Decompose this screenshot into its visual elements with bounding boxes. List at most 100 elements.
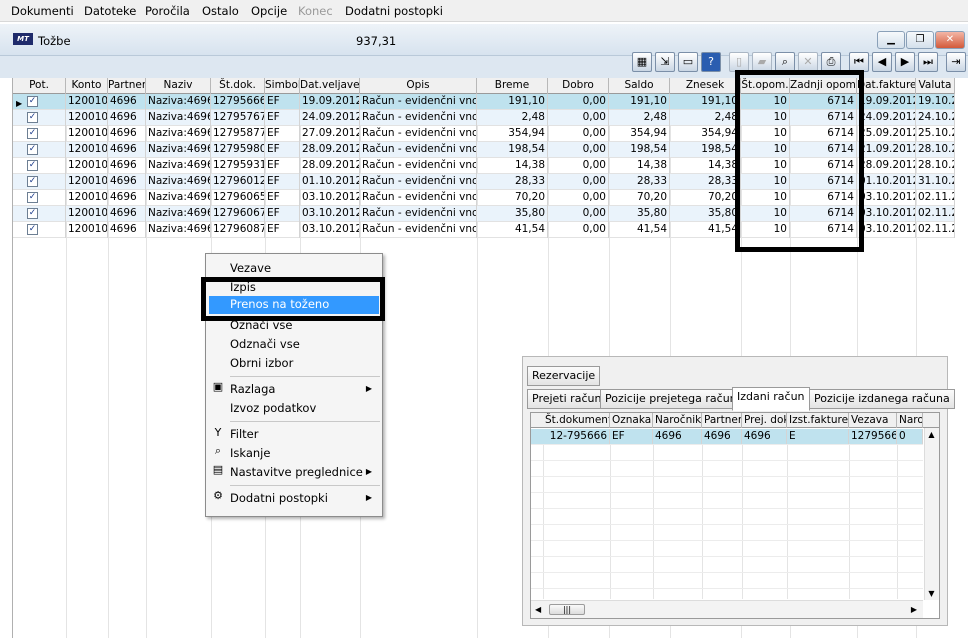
vertical-scrollbar[interactable]: ▲ ▼ bbox=[924, 428, 939, 600]
cell-konto: 120010 bbox=[66, 174, 108, 190]
row-checkbox[interactable]: ✓ bbox=[27, 224, 38, 235]
cell-pot[interactable]: ✓ bbox=[13, 142, 66, 158]
menu-item-obrni-izbor[interactable]: Obrni izbor bbox=[230, 356, 293, 370]
col-header-naziv[interactable]: Naziv bbox=[146, 78, 211, 94]
row-checkbox[interactable]: ✓ bbox=[27, 128, 38, 139]
row-checkbox[interactable]: ✓ bbox=[27, 176, 38, 187]
detail-col-header-naro[interactable]: Naro bbox=[897, 413, 923, 428]
help-button[interactable]: ? bbox=[701, 52, 721, 72]
exit-button[interactable]: ⇥ bbox=[946, 52, 966, 72]
cell-dat-veljave: 03.10.2012 bbox=[300, 222, 360, 238]
new-doc-button[interactable]: ▯ bbox=[729, 52, 749, 72]
menu-item-filter[interactable]: Filter bbox=[230, 427, 258, 441]
scroll-left-icon[interactable]: ◀ bbox=[535, 605, 541, 614]
open-folder-button[interactable]: ▰ bbox=[752, 52, 772, 72]
detail-col-header-vezava[interactable]: Vezava bbox=[849, 413, 897, 428]
menu-datoteke[interactable]: Datoteke bbox=[84, 4, 136, 18]
cell-pot[interactable]: ✓ bbox=[13, 174, 66, 190]
row-checkbox[interactable]: ✓ bbox=[27, 208, 38, 219]
last-record-button[interactable]: ⏭ bbox=[918, 52, 938, 72]
cell-pot[interactable]: ✓ bbox=[13, 222, 66, 238]
find-button[interactable]: ⌕ bbox=[775, 52, 795, 72]
cell-valuta: 28.10.2012 bbox=[916, 158, 955, 174]
prev-record-button[interactable]: ◀ bbox=[872, 52, 892, 72]
next-record-button[interactable]: ▶ bbox=[895, 52, 915, 72]
col-header-znesek[interactable]: Znesek bbox=[670, 78, 741, 94]
col-header-breme[interactable]: Breme bbox=[477, 78, 548, 94]
monitor-button[interactable]: ▭ bbox=[678, 52, 698, 72]
menu-item-vezave[interactable]: Vezave bbox=[230, 261, 271, 275]
col-header-valuta[interactable]: Valuta bbox=[916, 78, 955, 94]
menu-item-dodatni-postopki[interactable]: Dodatni postopki bbox=[230, 491, 328, 505]
detail-col-header-narocnik[interactable]: Naročnik bbox=[653, 413, 702, 428]
menu-ostalo[interactable]: Ostalo bbox=[202, 4, 239, 18]
cell-pot[interactable]: ✓ bbox=[13, 126, 66, 142]
cell-pot[interactable]: ✓ bbox=[13, 206, 66, 222]
menu-item-nastavitve-preglednice[interactable]: Nastavitve preglednice bbox=[230, 465, 363, 479]
horizontal-scrollbar[interactable]: ◀ ||| ▶ bbox=[531, 600, 923, 618]
menu-dokumenti[interactable]: Dokumenti bbox=[11, 4, 74, 18]
scroll-up-icon[interactable]: ▲ bbox=[925, 430, 938, 439]
cell-pot[interactable]: ✓ bbox=[13, 110, 66, 126]
menu-opcije[interactable]: Opcije bbox=[251, 4, 287, 18]
detail-grid[interactable]: Št.dokumentaOznakaNaročnikPartnerPrej. d… bbox=[530, 412, 940, 619]
delete-button[interactable]: ✕ bbox=[798, 52, 818, 72]
restore-button[interactable]: ❐ bbox=[906, 31, 934, 49]
print-button[interactable]: ⎙ bbox=[821, 52, 841, 72]
cell-pot[interactable]: ✓ bbox=[13, 190, 66, 206]
tab-pozicije-prejetega-racuna[interactable]: Pozicije prejetega računa bbox=[600, 389, 749, 409]
detail-col-header-oznaka[interactable]: Oznaka bbox=[610, 413, 653, 428]
col-header-dat-veljave[interactable]: Dat.veljave bbox=[300, 78, 360, 94]
minimize-button[interactable]: ▁ bbox=[877, 31, 905, 49]
detail-grid-row[interactable]: 12-795666EF469646964696E127956660 bbox=[531, 429, 923, 444]
export-button[interactable]: ⇲ bbox=[655, 52, 675, 72]
menu-item-odznaci-vse[interactable]: Odznači vse bbox=[230, 337, 300, 351]
col-header-konto[interactable]: Konto bbox=[66, 78, 108, 94]
scroll-thumb[interactable]: ||| bbox=[549, 604, 585, 615]
menu-item-iskanje[interactable]: Iskanje bbox=[230, 446, 270, 460]
cell-st-dok: 12795931 bbox=[211, 158, 265, 174]
scroll-down-icon[interactable]: ▼ bbox=[925, 589, 938, 598]
detail-col-header-prej-dok[interactable]: Prej. dok. bbox=[742, 413, 787, 428]
menu-item-izvoz-podatkov[interactable]: Izvoz podatkov bbox=[230, 401, 316, 415]
cell-konto: 120010 bbox=[66, 206, 108, 222]
col-header-st-dok[interactable]: Št.dok. bbox=[211, 78, 265, 94]
detail-col-header-st-dokumenta[interactable]: Št.dokumenta bbox=[543, 413, 610, 428]
row-checkbox[interactable]: ✓ bbox=[27, 160, 38, 171]
col-header-saldo[interactable]: Saldo bbox=[609, 78, 670, 94]
col-header-opis[interactable]: Opis bbox=[360, 78, 477, 94]
col-header-partner[interactable]: Partner bbox=[108, 78, 146, 94]
row-checkbox[interactable]: ✓ bbox=[27, 192, 38, 203]
close-button[interactable]: ✕ bbox=[935, 31, 965, 49]
current-row-indicator-icon: ▶ bbox=[16, 99, 23, 108]
cell-znesek: 35,80 bbox=[670, 206, 741, 222]
detail-cell-prej-dok: 4696 bbox=[742, 429, 787, 444]
scroll-right-icon[interactable]: ▶ bbox=[911, 605, 917, 614]
col-header-simbol[interactable]: Simbol bbox=[265, 78, 300, 94]
detail-col-header-izst-fakture[interactable]: Izst.fakture bbox=[787, 413, 849, 428]
cell-dat-fakture: 25.09.2012 bbox=[857, 126, 916, 142]
detail-cell-izst-fakture: E bbox=[787, 429, 849, 444]
menu-dodatni-postopki[interactable]: Dodatni postopki bbox=[345, 4, 443, 18]
tab-pozicije-izdanega-racuna[interactable]: Pozicije izdanega računa bbox=[809, 389, 955, 409]
menu-item-razlaga[interactable]: Razlaga bbox=[230, 382, 275, 396]
tab-prejeti-racun[interactable]: Prejeti račun bbox=[527, 389, 607, 409]
tools-icon: ⚙ bbox=[213, 489, 223, 502]
tab-izdani-racun[interactable]: Izdani račun bbox=[732, 387, 810, 411]
row-checkbox[interactable]: ✓ bbox=[27, 112, 38, 123]
col-header-pot[interactable]: Pot. bbox=[13, 78, 66, 94]
col-header-dat-fakture[interactable]: Dat.fakture bbox=[857, 78, 916, 94]
cell-pot[interactable]: ✓ bbox=[13, 158, 66, 174]
col-header-dobro[interactable]: Dobro bbox=[548, 78, 609, 94]
menu-porocila[interactable]: Poročila bbox=[145, 4, 190, 18]
tab-rezervacije[interactable]: Rezervacije bbox=[527, 366, 601, 386]
detail-panel: Rezervacije Prejeti račun Pozicije preje… bbox=[522, 356, 955, 626]
row-checkbox[interactable]: ✓ bbox=[27, 144, 38, 155]
row-checkbox[interactable]: ✓ bbox=[27, 96, 38, 107]
cell-opis: Račun - evidenčni vnos bbox=[360, 126, 477, 142]
first-record-button[interactable]: ⏮ bbox=[849, 52, 869, 72]
detail-col-header-partner[interactable]: Partner bbox=[702, 413, 742, 428]
cell-konto: 120010 bbox=[66, 222, 108, 238]
grid-view-button[interactable]: ▦ bbox=[632, 52, 652, 72]
cell-dobro: 0,00 bbox=[548, 126, 609, 142]
